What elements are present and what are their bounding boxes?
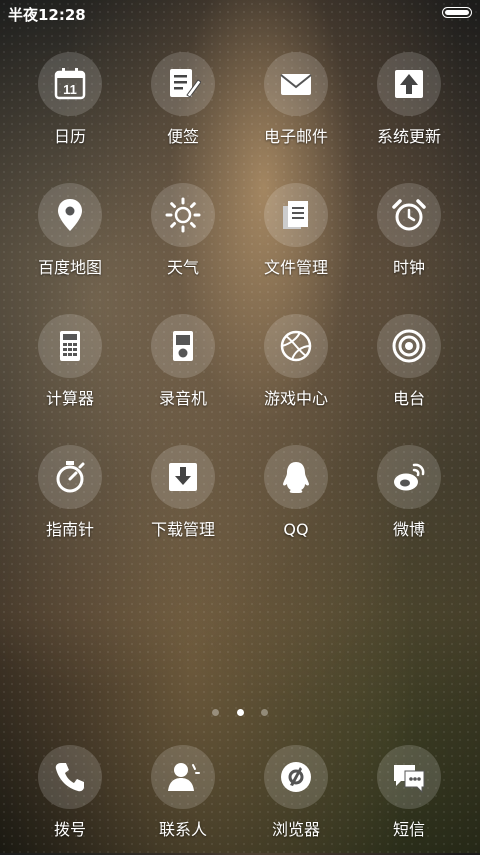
app-label: 计算器 bbox=[45, 389, 94, 408]
phone-icon bbox=[38, 745, 102, 809]
system-update-icon bbox=[377, 52, 441, 116]
recorder-icon bbox=[151, 314, 215, 378]
app-label: 文件管理 bbox=[263, 258, 328, 277]
status-bar: 半夜12:28 bbox=[0, 0, 480, 28]
qq-penguin-icon bbox=[264, 445, 328, 509]
page-dot-2[interactable] bbox=[236, 709, 244, 716]
app-calculator[interactable]: 计算器 bbox=[14, 314, 126, 424]
app-system-update[interactable]: 系统更新 bbox=[353, 52, 465, 162]
app-label: 指南针 bbox=[45, 520, 94, 539]
app-recorder[interactable]: 录音机 bbox=[127, 314, 239, 424]
browser-icon bbox=[264, 745, 328, 809]
app-label: 联系人 bbox=[158, 820, 207, 839]
app-download-manager[interactable]: 下载管理 bbox=[127, 445, 239, 555]
app-file-manager[interactable]: 文件管理 bbox=[240, 183, 352, 293]
app-label: 录音机 bbox=[158, 389, 207, 408]
app-label: 日历 bbox=[53, 127, 86, 146]
weibo-icon bbox=[377, 445, 441, 509]
contacts-icon bbox=[151, 745, 215, 809]
mail-icon bbox=[264, 52, 328, 116]
app-qq[interactable]: QQ bbox=[240, 445, 352, 555]
app-label: 短信 bbox=[392, 820, 425, 839]
app-email[interactable]: 电子邮件 bbox=[240, 52, 352, 162]
app-weibo[interactable]: 微博 bbox=[353, 445, 465, 555]
app-label: 百度地图 bbox=[37, 258, 102, 277]
calendar-icon: 11 bbox=[38, 52, 102, 116]
calendar-day: 11 bbox=[63, 82, 77, 97]
app-game-center[interactable]: 游戏中心 bbox=[240, 314, 352, 424]
map-pin-icon bbox=[38, 183, 102, 247]
app-baidu-map[interactable]: 百度地图 bbox=[14, 183, 126, 293]
app-radio[interactable]: 电台 bbox=[353, 314, 465, 424]
file-manager-icon bbox=[264, 183, 328, 247]
dock-sms[interactable]: 短信 bbox=[353, 745, 465, 855]
app-clock[interactable]: 时钟 bbox=[353, 183, 465, 293]
download-icon bbox=[151, 445, 215, 509]
battery-icon bbox=[442, 7, 472, 18]
status-time: 半夜12:28 bbox=[8, 6, 86, 24]
page-dot-1[interactable] bbox=[212, 709, 220, 716]
app-label: QQ bbox=[283, 520, 309, 539]
game-center-icon bbox=[264, 314, 328, 378]
app-weather[interactable]: 天气 bbox=[127, 183, 239, 293]
app-label: 拨号 bbox=[53, 820, 86, 839]
radio-icon bbox=[377, 314, 441, 378]
app-label: 下载管理 bbox=[150, 520, 215, 539]
app-label: 游戏中心 bbox=[263, 389, 328, 408]
alarm-clock-icon bbox=[377, 183, 441, 247]
app-label: 电台 bbox=[392, 389, 425, 408]
app-calendar[interactable]: 11 日历 bbox=[14, 52, 126, 162]
app-label: 天气 bbox=[166, 258, 199, 277]
app-label: 便签 bbox=[166, 127, 199, 146]
app-label: 浏览器 bbox=[271, 820, 320, 839]
app-label: 微博 bbox=[392, 520, 425, 539]
dock-phone[interactable]: 拨号 bbox=[14, 745, 126, 855]
notes-icon bbox=[151, 52, 215, 116]
calculator-icon bbox=[38, 314, 102, 378]
weather-sun-icon bbox=[151, 183, 215, 247]
app-compass[interactable]: 指南针 bbox=[14, 445, 126, 555]
compass-icon bbox=[38, 445, 102, 509]
dock-browser[interactable]: 浏览器 bbox=[240, 745, 352, 855]
sms-icon bbox=[377, 745, 441, 809]
page-dot-3[interactable] bbox=[260, 709, 268, 716]
app-label: 电子邮件 bbox=[263, 127, 328, 146]
app-notes[interactable]: 便签 bbox=[127, 52, 239, 162]
dock-contacts[interactable]: 联系人 bbox=[127, 745, 239, 855]
app-label: 系统更新 bbox=[376, 127, 441, 146]
page-indicator[interactable] bbox=[0, 701, 480, 720]
app-label: 时钟 bbox=[392, 258, 425, 277]
